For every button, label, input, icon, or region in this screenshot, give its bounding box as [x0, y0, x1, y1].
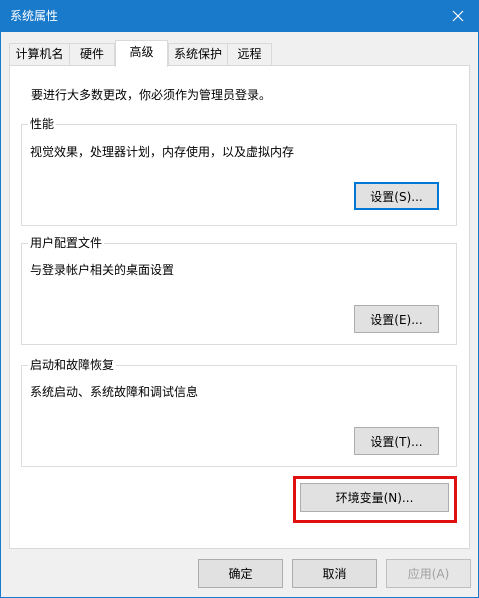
- highlight-box: [293, 476, 457, 523]
- system-properties-dialog: 系统属性 计算机名 硬件 高级 系统保护 远程 要进行大多数更改，你必须作为管理…: [0, 0, 479, 598]
- cancel-button[interactable]: 取消: [292, 559, 377, 588]
- title-bar[interactable]: 系统属性: [1, 1, 478, 32]
- admin-notice: 要进行大多数更改，你必须作为管理员登录。: [31, 88, 272, 102]
- startup-recovery-label: 启动和故障恢复: [28, 358, 117, 372]
- user-profiles-description: 与登录帐户相关的桌面设置: [30, 263, 175, 277]
- window-title: 系统属性: [10, 9, 59, 23]
- user-profiles-label: 用户配置文件: [28, 236, 105, 250]
- startup-recovery-settings-button[interactable]: 设置(T)...: [354, 427, 439, 455]
- close-button[interactable]: [438, 1, 478, 32]
- tab-system-protection[interactable]: 系统保护: [168, 43, 228, 65]
- performance-settings-button[interactable]: 设置(S)...: [354, 182, 439, 210]
- tab-hardware[interactable]: 硬件: [69, 43, 115, 65]
- startup-recovery-description: 系统启动、系统故障和调试信息: [30, 385, 199, 399]
- close-icon: [452, 10, 464, 22]
- user-profiles-group: 用户配置文件 与登录帐户相关的桌面设置 设置(E)...: [21, 236, 457, 345]
- performance-description: 视觉效果，处理器计划，内存使用，以及虚拟内存: [30, 145, 295, 159]
- startup-recovery-group: 启动和故障恢复 系统启动、系统故障和调试信息 设置(T)...: [21, 358, 457, 467]
- performance-label: 性能: [28, 117, 57, 131]
- tab-remote[interactable]: 远程: [227, 43, 272, 65]
- performance-group: 性能 视觉效果，处理器计划，内存使用，以及虚拟内存 设置(S)...: [21, 117, 457, 226]
- tab-computer-name[interactable]: 计算机名: [9, 43, 70, 65]
- tab-advanced[interactable]: 高级: [115, 40, 168, 67]
- apply-button[interactable]: 应用(A): [386, 559, 471, 588]
- tab-strip: 计算机名 硬件 高级 系统保护 远程: [1, 32, 478, 67]
- user-profiles-settings-button[interactable]: 设置(E)...: [354, 305, 439, 333]
- ok-button[interactable]: 确定: [198, 559, 283, 588]
